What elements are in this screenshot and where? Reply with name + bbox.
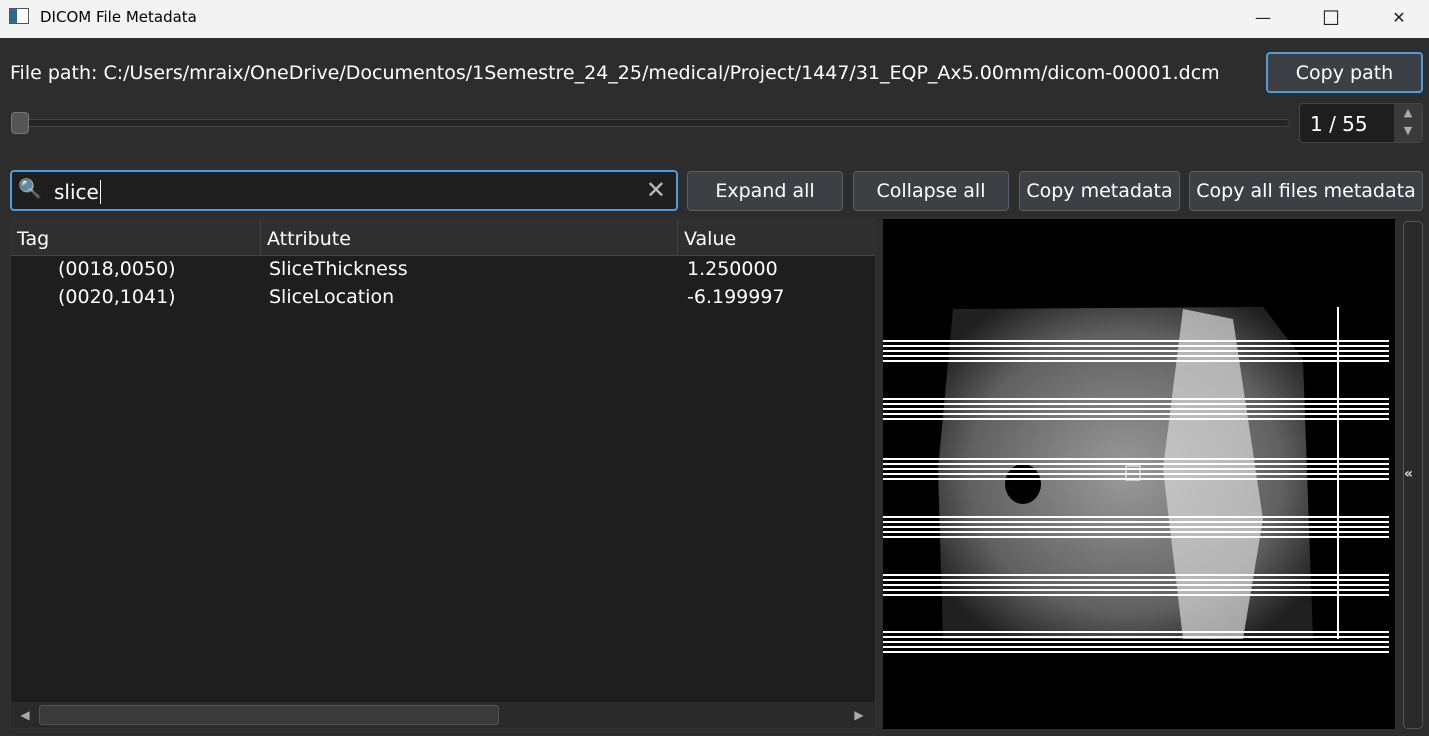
table-row[interactable]: (0020,1041) SliceLocation -6.199997 [11,286,875,314]
header-value[interactable]: Value [678,220,877,256]
minimize-button[interactable]: — [1240,4,1286,32]
slider-handle[interactable] [11,112,29,134]
app-icon [9,8,29,24]
attribute-cell: SliceLocation [269,286,395,308]
spin-down-button[interactable]: ▼ [1394,122,1422,140]
scroll-left-icon[interactable]: ◀ [13,705,37,725]
scrollbar-thumb[interactable] [39,705,499,725]
search-icon: 🔍 [18,178,42,200]
horizontal-scrollbar[interactable]: ◀ ▶ [11,702,875,728]
tag-cell: (0020,1041) [58,286,176,308]
dicom-image-viewer[interactable] [883,219,1395,729]
slice-slider[interactable] [12,119,1290,127]
slice-spinbox[interactable]: 1 / 55 ▲ ▼ [1299,103,1423,143]
copy-metadata-button[interactable]: Copy metadata [1019,171,1180,211]
collapse-panel-icon[interactable]: « [1404,466,1413,482]
table-header: Tag Attribute Value [11,220,875,256]
expand-all-button[interactable]: Expand all [687,171,843,211]
copy-all-files-metadata-button[interactable]: Copy all files metadata [1189,171,1423,211]
file-path-label: File path: C:/Users/mraix/OneDrive/Docum… [10,62,1220,84]
header-attribute[interactable]: Attribute [261,220,678,256]
close-button[interactable]: ✕ [1376,4,1422,32]
scroll-right-icon[interactable]: ▶ [847,705,871,725]
collapse-all-button[interactable]: Collapse all [853,171,1009,211]
spin-up-button[interactable]: ▲ [1394,104,1422,122]
slice-counter: 1 / 55 [1310,112,1368,136]
copy-path-button[interactable]: Copy path [1266,52,1423,93]
maximize-button[interactable]: ☐ [1308,4,1354,32]
search-input[interactable]: 🔍 slice ✕ [10,170,678,211]
search-value: slice [54,180,101,204]
window-title: DICOM File Metadata [40,8,197,26]
table-row[interactable]: (0018,0050) SliceThickness 1.250000 [11,258,875,286]
title-bar: DICOM File Metadata — ☐ ✕ [0,0,1429,38]
attribute-cell: SliceThickness [269,258,408,280]
ct-slice-image [883,307,1389,653]
value-cell: -6.199997 [687,286,785,308]
clear-search-icon[interactable]: ✕ [646,176,666,204]
metadata-tree[interactable]: Tag Attribute Value (0018,0050) SliceThi… [10,219,876,729]
value-cell: 1.250000 [687,258,778,280]
tag-cell: (0018,0050) [58,258,176,280]
header-tag[interactable]: Tag [11,220,261,256]
